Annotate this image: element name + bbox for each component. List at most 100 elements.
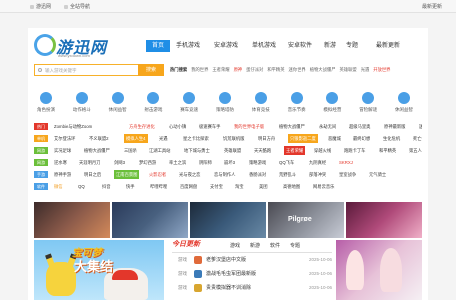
row-link[interactable]: 火影忍者 [149, 170, 166, 179]
row-link[interactable]: 实况足球 [54, 146, 71, 155]
hot-search-item[interactable]: 光遇 [361, 67, 370, 72]
row-link[interactable]: 元气骑士 [369, 170, 386, 179]
row-link[interactable]: 模拟人生4 [124, 134, 148, 143]
banner-image[interactable] [112, 202, 188, 238]
nav-tab-0[interactable]: 首页 [146, 40, 171, 52]
row-link[interactable]: QQ [78, 182, 85, 191]
row-link[interactable]: QQ飞车 [279, 158, 294, 167]
nav-tab-4[interactable]: 安卓软件 [288, 40, 312, 52]
row-link[interactable]: 阴阳师 [199, 158, 212, 167]
row-link[interactable]: 不义联盟2 [89, 134, 109, 143]
row-link[interactable]: 永劫无间 [319, 122, 336, 131]
row-link[interactable]: 原神手游 [54, 170, 71, 179]
row-link[interactable]: 率土之滨 [169, 158, 186, 167]
today-tab[interactable]: 游戏 [230, 242, 240, 249]
hot-search-item[interactable]: 开放世界 [373, 67, 390, 72]
hot-search-item[interactable]: 原神 [234, 67, 243, 72]
row-link[interactable]: 极速赛车手 [199, 122, 220, 131]
feature-banner[interactable]: 宝可梦 大集结 [34, 240, 164, 300]
hot-search-item[interactable]: 迷你世界 [289, 67, 306, 72]
row-link[interactable]: 最终幻想 [353, 134, 370, 143]
category-item[interactable]: 策略塔防 [213, 92, 237, 113]
nav-tab-7[interactable]: 最新更新 [376, 40, 400, 52]
row-link[interactable]: 崩坏3 [224, 158, 235, 167]
row-link[interactable]: 天涯明月刀 [79, 158, 100, 167]
row-link[interactable]: 只狼影逝二度 [288, 134, 318, 143]
row-link[interactable]: 恋与制作人 [214, 170, 235, 179]
row-link[interactable]: 光遇 [159, 134, 168, 143]
today-tab[interactable]: 专题 [290, 242, 300, 249]
row-link[interactable]: 江湖工具站 [149, 146, 170, 155]
nav-tab-2[interactable]: 安卓游戏 [214, 40, 238, 52]
row-link[interactable]: 香肠派对 [249, 170, 266, 179]
row-link[interactable]: 支付宝 [210, 182, 223, 191]
row-link[interactable]: 植物大战僵尸 [84, 146, 110, 155]
row-link[interactable]: 部落冲突 [309, 170, 326, 179]
row-link[interactable]: 我的世界电子版 [234, 122, 264, 131]
category-item[interactable]: 角色扮演 [34, 92, 58, 113]
row-link[interactable]: 策略游戏 [249, 158, 266, 167]
today-tab[interactable]: 新游 [250, 242, 260, 249]
search-button[interactable]: 搜索 [138, 64, 164, 76]
row-link[interactable]: 地下城与勇士 [184, 146, 210, 155]
row-link[interactable]: 淘宝 [235, 182, 244, 191]
row-link[interactable]: 江南百景图 [114, 170, 140, 179]
row-link[interactable]: 植物大战僵尸 [279, 122, 305, 131]
row-link[interactable]: 明日之后 [84, 170, 101, 179]
category-item[interactable]: 冒险解谜 [356, 92, 380, 113]
row-link[interactable]: 快手 [126, 182, 135, 191]
row-link[interactable]: 微信 [54, 182, 63, 191]
hot-search-item[interactable]: 蛋仔派对 [246, 67, 263, 72]
category-item[interactable]: 休闲益智 [106, 92, 130, 113]
category-item[interactable]: 休闲益智 [392, 92, 416, 113]
row-link[interactable]: 穿越火线 [314, 146, 331, 155]
row-link[interactable]: 百度网盘 [180, 182, 197, 191]
row-link[interactable]: 原神最新版 [384, 122, 405, 131]
hot-search-item[interactable]: 英雄联盟 [340, 67, 357, 72]
hot-search-item[interactable]: 王者荣耀 [212, 67, 229, 72]
row-link[interactable]: 生化危机 [383, 134, 400, 143]
banner-image[interactable] [346, 202, 422, 238]
row-link[interactable]: SKRXJ [339, 158, 353, 167]
row-link[interactable]: 超级马里奥 [349, 122, 370, 131]
row-link[interactable]: 和平精英 [379, 146, 396, 155]
nav-tab-1[interactable]: 手机游戏 [176, 40, 200, 52]
banner-image[interactable] [34, 202, 110, 238]
today-tab[interactable]: 软件 [270, 242, 280, 249]
hot-search-item[interactable]: 我的世界 [191, 67, 208, 72]
nav-tab-6[interactable]: 专题 [346, 40, 358, 52]
banner-image[interactable] [190, 202, 266, 238]
row-link[interactable]: 英雄联盟 [224, 146, 241, 155]
row-link[interactable]: 逆水寒 [54, 158, 67, 167]
row-link[interactable]: 荒野乱斗 [279, 170, 296, 179]
row-link[interactable]: 剑网3 [114, 158, 125, 167]
row-link[interactable]: 明日方舟 [258, 134, 275, 143]
row-link[interactable]: 梦幻西游 [139, 158, 156, 167]
row-link[interactable]: 光与夜之恋 [179, 170, 200, 179]
row-link[interactable]: 天天酷跑 [254, 146, 271, 155]
category-item[interactable]: 体育竞技 [249, 92, 273, 113]
row-link[interactable]: 美团 [259, 182, 268, 191]
banner-image[interactable]: Pilgrøe [268, 202, 344, 238]
today-list-item[interactable]: 游戏 老爹汉堡店中文版 2025-10-06 [172, 254, 332, 266]
row-link[interactable]: 九阴真经 [309, 158, 326, 167]
latest-update-link[interactable]: 最新更新 [422, 3, 442, 10]
row-link[interactable]: 网易云音乐 [313, 182, 334, 191]
nav-tab-3[interactable]: 单机游戏 [252, 40, 276, 52]
row-link[interactable]: 方舟生存进化 [129, 122, 155, 131]
row-link[interactable]: 高德地图 [283, 182, 300, 191]
category-item[interactable]: 模拟经营 [320, 92, 344, 113]
hot-search-item[interactable]: 和平精英 [267, 67, 284, 72]
row-link[interactable]: 恶魔城 [328, 134, 341, 143]
row-link[interactable]: 哔哩哔哩 [150, 182, 167, 191]
row-link[interactable]: 饥荒联机版 [223, 134, 244, 143]
category-item[interactable]: 赛车竞速 [177, 92, 201, 113]
row-link[interactable]: 抖音 [102, 182, 111, 191]
row-link[interactable]: Zombie与动物Zoom [54, 122, 92, 131]
row-link[interactable]: 心动小镇 [169, 122, 186, 131]
site-nav-link[interactable]: 全站导航 [64, 3, 90, 10]
row-link[interactable]: 第五人格 [409, 146, 422, 155]
row-link[interactable]: 艾尔登法环 [54, 134, 75, 143]
category-item[interactable]: 射击游戏 [141, 92, 165, 113]
hot-search-item[interactable]: 植物大战僵尸 [310, 67, 336, 72]
